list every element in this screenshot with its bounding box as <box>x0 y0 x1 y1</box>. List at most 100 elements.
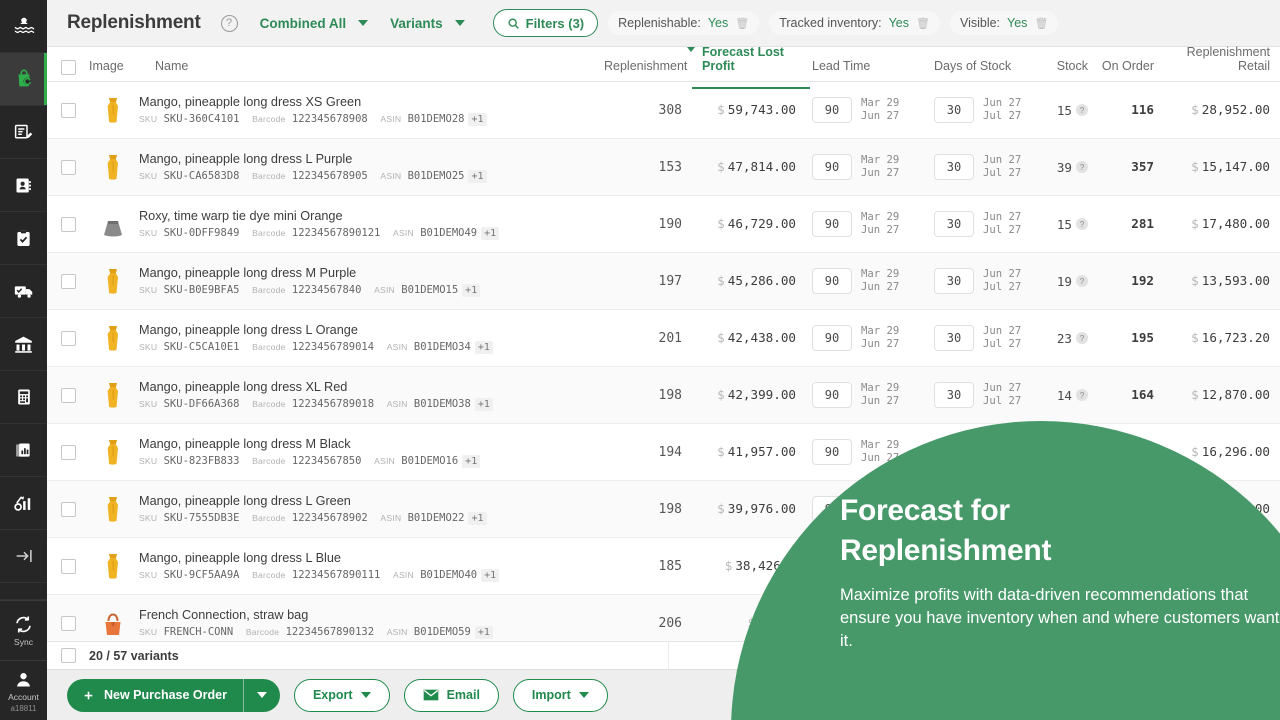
sidebar-item-suppliers[interactable] <box>0 159 47 212</box>
more-identifiers-badge[interactable]: +1 <box>462 455 480 468</box>
lead-time-input[interactable]: 90 <box>812 439 852 465</box>
row-image[interactable] <box>89 93 137 127</box>
column-header-stock[interactable]: Stock <box>1032 59 1092 81</box>
sidebar-item-logo[interactable] <box>0 0 47 53</box>
filter-chip-replenishable[interactable]: Replenishable: Yes 🗑 <box>608 11 759 35</box>
more-identifiers-badge[interactable]: +1 <box>468 170 486 183</box>
row-checkbox[interactable] <box>47 217 89 232</box>
days-of-stock-input[interactable]: 30 <box>934 211 974 237</box>
days-of-stock-input[interactable]: 30 <box>934 268 974 294</box>
days-of-stock-input[interactable]: 30 <box>934 325 974 351</box>
row-name-cell[interactable]: Mango, pineapple long dress L OrangeSKU … <box>137 323 604 353</box>
sidebar-item-warehouses[interactable] <box>0 318 47 371</box>
lead-time-input[interactable]: 90 <box>812 97 852 123</box>
table-row[interactable]: Roxy, time warp tie dye mini OrangeSKU S… <box>47 196 1280 253</box>
sidebar-item-costs[interactable] <box>0 371 47 424</box>
row-image[interactable] <box>89 207 137 241</box>
new-purchase-order-button[interactable]: New Purchase Order <box>67 679 280 712</box>
sidebar-item-account[interactable]: Account a18811 <box>0 660 47 720</box>
import-button[interactable]: Import <box>513 679 608 712</box>
stock-help-icon[interactable]: ? <box>1076 218 1088 230</box>
lead-time-input[interactable]: 90 <box>812 268 852 294</box>
sidebar-item-tasks[interactable] <box>0 212 47 265</box>
column-header-on-order[interactable]: On Order <box>1092 59 1154 81</box>
summary-checkbox[interactable] <box>47 648 89 663</box>
more-identifiers-badge[interactable]: +1 <box>475 398 493 411</box>
row-checkbox[interactable] <box>47 103 89 118</box>
help-icon[interactable]: ? <box>221 15 238 32</box>
lead-time-input[interactable]: 90 <box>812 154 852 180</box>
column-header-replenishment[interactable]: Replenishment <box>604 59 696 81</box>
row-image[interactable] <box>89 606 137 640</box>
row-name-cell[interactable]: Roxy, time warp tie dye mini OrangeSKU S… <box>137 209 604 239</box>
row-checkbox[interactable] <box>47 388 89 403</box>
row-image[interactable] <box>89 264 137 298</box>
row-checkbox[interactable] <box>47 502 89 517</box>
lead-time-input[interactable]: 90 <box>812 325 852 351</box>
sidebar-item-collapse[interactable] <box>0 530 47 583</box>
stock-help-icon[interactable]: ? <box>1076 104 1088 116</box>
filter-chip-visible[interactable]: Visible: Yes 🗑 <box>950 11 1058 35</box>
row-name-cell[interactable]: Mango, pineapple long dress L GreenSKU S… <box>137 494 604 524</box>
row-name-cell[interactable]: Mango, pineapple long dress XL RedSKU SK… <box>137 380 604 410</box>
row-image[interactable] <box>89 492 137 526</box>
row-image[interactable] <box>89 321 137 355</box>
stock-help-icon[interactable]: ? <box>1076 275 1088 287</box>
more-identifiers-badge[interactable]: +1 <box>475 626 493 639</box>
email-button[interactable]: Email <box>404 679 499 712</box>
column-header-days-of-stock[interactable]: Days of Stock <box>908 59 1032 81</box>
row-name-cell[interactable]: Mango, pineapple long dress M PurpleSKU … <box>137 266 604 296</box>
table-row[interactable]: Mango, pineapple long dress M PurpleSKU … <box>47 253 1280 310</box>
stock-help-icon[interactable]: ? <box>1076 332 1088 344</box>
more-identifiers-badge[interactable]: +1 <box>475 341 493 354</box>
column-header-forecast-lost-profit[interactable]: Forecast Lost Profit <box>696 45 804 81</box>
table-row[interactable]: Mango, pineapple long dress XL RedSKU SK… <box>47 367 1280 424</box>
column-header-lead-time[interactable]: Lead Time <box>804 59 908 81</box>
select-all-checkbox[interactable] <box>47 60 89 81</box>
delete-icon[interactable]: 🗑 <box>916 17 930 30</box>
row-name-cell[interactable]: Mango, pineapple long dress L BlueSKU SK… <box>137 551 604 581</box>
row-image[interactable] <box>89 378 137 412</box>
new-purchase-order-main[interactable]: New Purchase Order <box>67 688 243 702</box>
sidebar-item-reports[interactable] <box>0 424 47 477</box>
sidebar-item-analytics[interactable] <box>0 477 47 530</box>
sidebar-item-replenishment[interactable] <box>0 53 47 106</box>
row-checkbox[interactable] <box>47 616 89 631</box>
row-name-cell[interactable]: Mango, pineapple long dress M BlackSKU S… <box>137 437 604 467</box>
row-image[interactable] <box>89 549 137 583</box>
stock-help-icon[interactable]: ? <box>1076 161 1088 173</box>
row-checkbox[interactable] <box>47 160 89 175</box>
lead-time-input[interactable]: 90 <box>812 211 852 237</box>
more-identifiers-badge[interactable]: +1 <box>468 113 486 126</box>
row-image[interactable] <box>89 435 137 469</box>
row-checkbox[interactable] <box>47 274 89 289</box>
delete-icon[interactable]: 🗑 <box>1034 17 1048 30</box>
more-identifiers-badge[interactable]: +1 <box>468 512 486 525</box>
table-row[interactable]: Mango, pineapple long dress L PurpleSKU … <box>47 139 1280 196</box>
delete-icon[interactable]: 🗑 <box>735 17 749 30</box>
new-purchase-order-dropdown[interactable] <box>244 692 280 698</box>
variants-dropdown[interactable]: Variants <box>390 16 465 31</box>
filters-button[interactable]: Filters (3) <box>493 9 599 37</box>
sidebar-item-purchase-orders[interactable] <box>0 106 47 159</box>
table-row[interactable]: Mango, pineapple long dress XS GreenSKU … <box>47 82 1280 139</box>
sidebar-item-sync[interactable]: Sync <box>0 600 47 660</box>
row-name-cell[interactable]: Mango, pineapple long dress XS GreenSKU … <box>137 95 604 125</box>
more-identifiers-badge[interactable]: +1 <box>481 569 499 582</box>
row-name-cell[interactable]: French Connection, straw bagSKU FRENCH-C… <box>137 608 604 638</box>
sidebar-item-shipments[interactable] <box>0 265 47 318</box>
days-of-stock-input[interactable]: 30 <box>934 382 974 408</box>
column-header-name[interactable]: Name <box>137 59 604 81</box>
row-checkbox[interactable] <box>47 331 89 346</box>
row-image[interactable] <box>89 150 137 184</box>
export-button[interactable]: Export <box>294 679 390 712</box>
column-header-replenishment-retail[interactable]: Replenishment Retail <box>1154 45 1280 81</box>
more-identifiers-badge[interactable]: +1 <box>481 227 499 240</box>
row-name-cell[interactable]: Mango, pineapple long dress L PurpleSKU … <box>137 152 604 182</box>
filter-chip-tracked-inventory[interactable]: Tracked inventory: Yes 🗑 <box>769 11 940 35</box>
row-checkbox[interactable] <box>47 445 89 460</box>
lead-time-input[interactable]: 90 <box>812 382 852 408</box>
row-checkbox[interactable] <box>47 559 89 574</box>
column-header-image[interactable]: Image <box>89 59 137 81</box>
days-of-stock-input[interactable]: 30 <box>934 154 974 180</box>
